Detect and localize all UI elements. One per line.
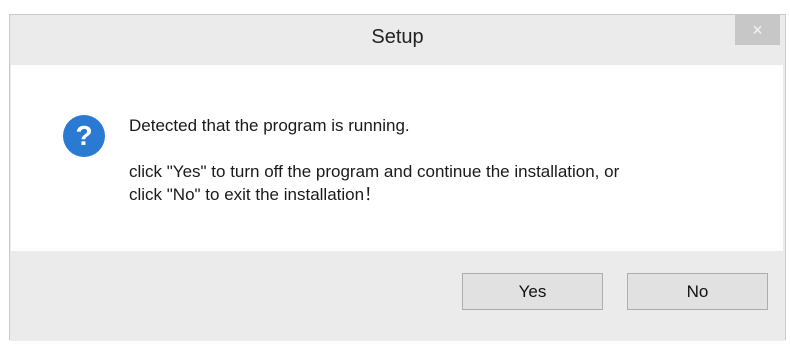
close-icon: × (752, 20, 763, 40)
yes-button[interactable]: Yes (462, 273, 603, 310)
title-bar[interactable]: Setup × (10, 15, 785, 65)
button-bar: Yes No (10, 251, 785, 341)
message-line-yes: click "Yes" to turn off the program and … (129, 162, 620, 181)
question-mark: ? (75, 120, 92, 151)
no-button[interactable]: No (627, 273, 768, 310)
message-line-no: click "No" to exit the installation！ (129, 185, 382, 204)
message-line-detected: Detected that the program is running. (129, 116, 410, 135)
window-title: Setup (371, 26, 424, 48)
question-icon: ? (63, 115, 105, 157)
message-text: Detected that the program is running. cl… (129, 114, 769, 206)
setup-dialog: Setup × ? Detected that the program is r… (9, 14, 786, 341)
message-area: ? Detected that the program is running. … (11, 65, 783, 251)
close-button[interactable]: × (735, 15, 780, 45)
